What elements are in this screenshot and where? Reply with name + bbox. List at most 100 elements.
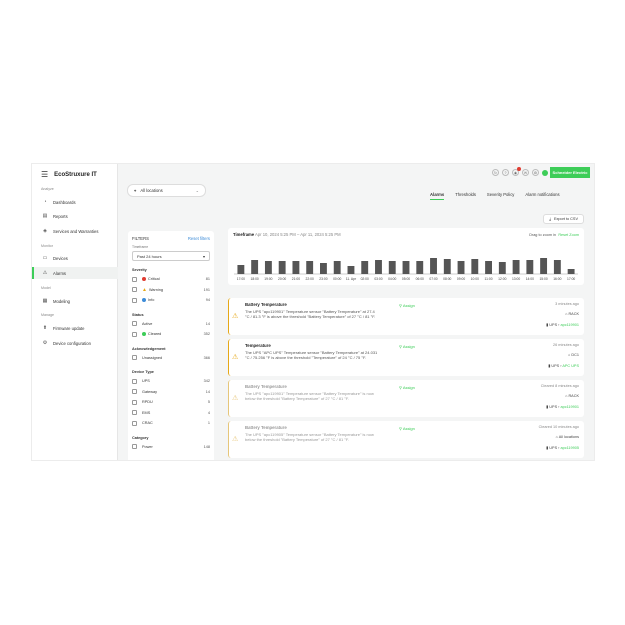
- chart-bar[interactable]: [402, 261, 410, 274]
- sidebar-item-alarms[interactable]: ⚠ Alarms: [32, 267, 118, 279]
- checkbox[interactable]: [132, 444, 137, 450]
- assign-button[interactable]: ⚲ Assign: [399, 426, 415, 431]
- asset-link[interactable]: apc119901: [560, 405, 579, 409]
- chart-bar[interactable]: [553, 260, 561, 274]
- asset-link[interactable]: APC UPS: [562, 364, 579, 368]
- alarm-card[interactable]: ⚠ Battery Temperature The UPS "apc119905…: [228, 421, 584, 458]
- reset-zoom-button[interactable]: Reset Zoom: [558, 233, 579, 237]
- filter-rpdu[interactable]: RPDU 5: [132, 397, 210, 408]
- chart-bar[interactable]: [320, 263, 327, 274]
- filter-ems[interactable]: EMS 4: [132, 408, 210, 419]
- sidebar-item-device-config[interactable]: ⚙ Device configuration: [32, 337, 118, 349]
- checkbox[interactable]: [132, 410, 137, 416]
- alarm-title: Battery Temperature: [245, 384, 287, 389]
- assign-label: Assign: [402, 344, 415, 349]
- alarm-location-label: RACK: [568, 394, 579, 398]
- chart-bar[interactable]: [526, 260, 534, 274]
- tab-thresholds[interactable]: Thresholds: [455, 192, 476, 200]
- chart-bar[interactable]: [457, 261, 465, 274]
- chart-bar[interactable]: [375, 260, 382, 274]
- sidebar-item-modeling[interactable]: ▦ Modeling: [32, 295, 118, 307]
- chart-tick-label: 10:00: [471, 277, 479, 281]
- chart-bar[interactable]: [416, 261, 424, 274]
- alarm-time: Cleared 8 minutes ago: [540, 384, 579, 388]
- tab-alarms[interactable]: Alarms: [430, 192, 445, 200]
- checkbox[interactable]: [132, 378, 137, 384]
- export-csv-button[interactable]: ⤓ Export to CSV: [543, 214, 584, 224]
- chart-bar[interactable]: [306, 261, 314, 274]
- chart-tick-label: 11:00: [485, 277, 493, 281]
- chart-bar[interactable]: [388, 261, 396, 274]
- chart-bar[interactable]: [264, 261, 272, 274]
- help-icon[interactable]: ?: [502, 169, 509, 176]
- filter-power[interactable]: Power 148: [132, 442, 210, 453]
- sidebar-item-services[interactable]: ◈ Services and Warranties: [32, 225, 118, 237]
- checkbox[interactable]: [132, 355, 137, 361]
- chart-bar[interactable]: [567, 269, 575, 274]
- location-selector[interactable]: ⌖ All locations ⌄: [127, 184, 206, 197]
- asset-link[interactable]: apc119905: [560, 446, 579, 450]
- filter-active[interactable]: Active 14: [132, 319, 210, 330]
- hamburger-menu-icon[interactable]: ☰: [41, 171, 48, 179]
- sidebar-item-label: Modeling: [53, 298, 70, 304]
- alarm-card[interactable]: ⚠ Battery Temperature The UPS "apc119901…: [228, 298, 584, 335]
- checkbox[interactable]: [132, 321, 137, 327]
- checkbox[interactable]: [132, 276, 137, 282]
- message-icon[interactable]: ✉: [522, 169, 529, 176]
- checkbox[interactable]: [132, 420, 137, 426]
- filter-ups[interactable]: UPS 342: [132, 376, 210, 387]
- assign-button[interactable]: ⚲ Assign: [399, 303, 415, 308]
- chart-bar[interactable]: [471, 259, 479, 274]
- timeframe-select[interactable]: Past 24 hours ▾: [132, 251, 210, 261]
- chart-bar[interactable]: [347, 266, 355, 274]
- chart-bar[interactable]: [430, 258, 437, 274]
- asset-link[interactable]: apc119901: [560, 323, 579, 327]
- filter-gateway[interactable]: Gateway 14: [132, 387, 210, 398]
- filter-unassigned[interactable]: Unassigned 366: [132, 353, 210, 364]
- config-icon: ⚙: [42, 340, 48, 346]
- alarm-location-label: DC1: [571, 353, 579, 357]
- chart-bar[interactable]: [540, 258, 548, 274]
- filter-cleared[interactable]: Cleared 352: [132, 329, 210, 340]
- checkbox[interactable]: [132, 389, 137, 395]
- sidebar-item-devices[interactable]: ▭ Devices: [32, 252, 118, 264]
- asset-type: UPS: [549, 446, 558, 450]
- filter-crac[interactable]: CRAC 1: [132, 418, 210, 429]
- alarm-title: Battery Temperature: [245, 302, 287, 307]
- chart-bar[interactable]: [278, 261, 286, 274]
- tab-alarm-notifications[interactable]: Alarm notifications: [525, 192, 559, 200]
- filter-critical[interactable]: Critical 81: [132, 274, 210, 285]
- checkbox[interactable]: [132, 331, 137, 337]
- filter-info[interactable]: Info 94: [132, 295, 210, 306]
- chart-bar[interactable]: [485, 261, 492, 274]
- notification-icon[interactable]: ◉: [512, 167, 521, 176]
- sidebar-item-reports[interactable]: ▤ Reports: [32, 210, 118, 222]
- sidebar-item-firmware[interactable]: ⬆ Firmware update: [32, 322, 118, 334]
- filter-count: 1: [207, 421, 210, 426]
- checkbox[interactable]: [132, 287, 137, 293]
- chart-bar[interactable]: [251, 260, 259, 274]
- chart-bar[interactable]: [512, 260, 520, 274]
- alarm-asset: ▮ UPS › apc119905: [546, 446, 579, 450]
- alarm-card[interactable]: ⚠ Battery Temperature The UPS "apc119901…: [228, 380, 584, 417]
- checkbox[interactable]: [132, 297, 137, 303]
- refresh-icon[interactable]: ↻: [492, 169, 499, 176]
- chart-bar[interactable]: [333, 261, 341, 274]
- sidebar-item-dashboards[interactable]: ◔ Dashboards: [32, 196, 118, 208]
- assign-button[interactable]: ⚲ Assign: [399, 344, 415, 349]
- chart-tick-label: 00:00: [333, 277, 341, 281]
- chart-bar[interactable]: [292, 261, 300, 274]
- tab-severity-policy[interactable]: Severity Policy: [487, 192, 514, 200]
- alarm-location: ⌂ RACK: [565, 312, 579, 316]
- reset-filters-link[interactable]: Reset filters: [188, 236, 210, 241]
- chart-bar[interactable]: [237, 265, 245, 274]
- filter-warning[interactable]: ▲ Warning 191: [132, 285, 210, 296]
- assign-button[interactable]: ⚲ Assign: [399, 385, 415, 390]
- chart-bar[interactable]: [443, 259, 451, 274]
- timeframe-select-value: Past 24 hours: [137, 253, 162, 259]
- checkbox[interactable]: [132, 399, 137, 405]
- alarm-card[interactable]: ⚠ Temperature The UPS "APC UPS" Temperat…: [228, 339, 584, 376]
- chart-bar[interactable]: [361, 261, 369, 274]
- settings-icon[interactable]: ⚙: [532, 169, 539, 176]
- chart-bar[interactable]: [498, 262, 506, 274]
